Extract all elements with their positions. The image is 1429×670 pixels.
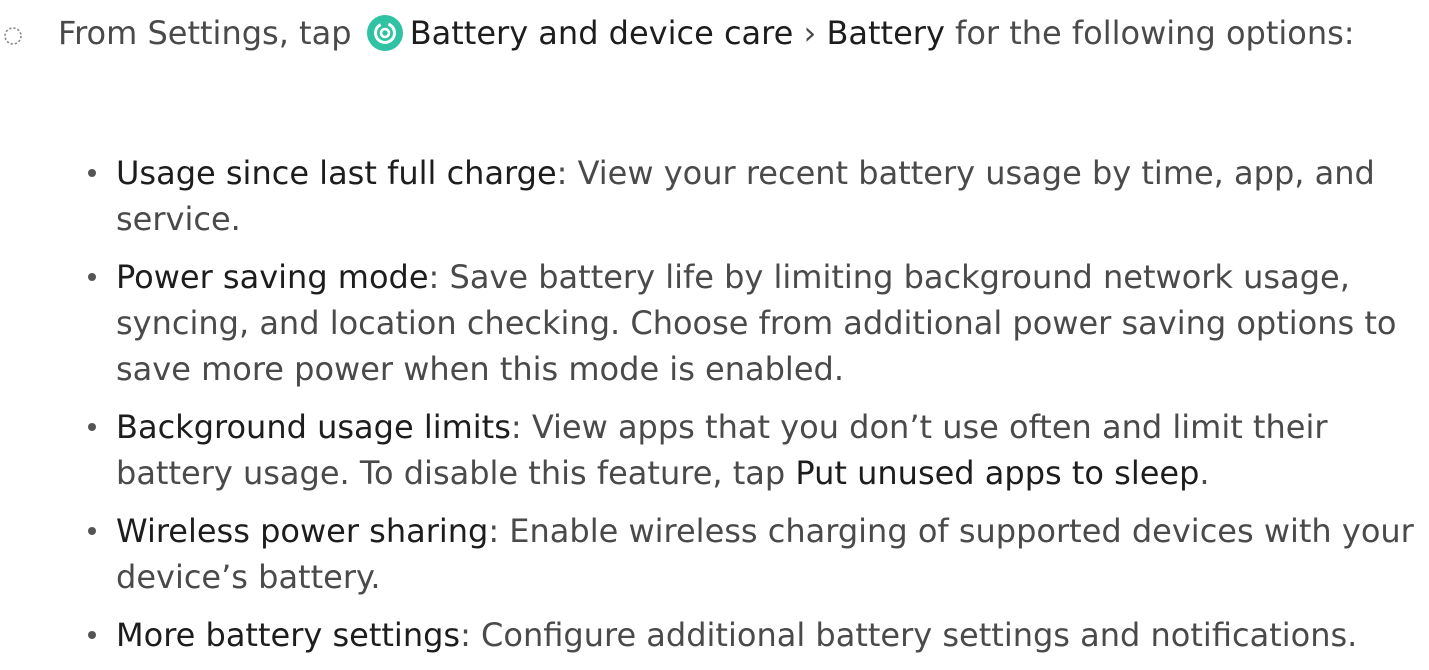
item-term: Power saving mode [116,258,429,296]
step-bullet-icon [4,27,22,45]
path-battery: Battery [826,14,945,52]
item-term: Usage since last full charge [116,154,557,192]
item-link-text: Put unused apps to sleep [795,454,1200,492]
bullet [88,169,96,177]
bullet [88,631,96,639]
item-text: : Configure additional battery settings … [460,616,1358,654]
list-item: Wireless power sharing: Enable wireless … [88,508,1416,600]
list-item: Usage since last full charge: View your … [88,150,1416,242]
list-item: More battery settings: Configure additio… [88,612,1416,658]
step-text: From Settings, tap Battery and device ca… [58,10,1418,56]
path-separator: › [803,14,817,52]
options-list: Usage since last full charge: View your … [88,150,1416,670]
item-end: . [1199,454,1210,492]
bullet [88,273,96,281]
bullet [88,527,96,535]
item-term: Background usage limits [116,408,511,446]
path-battery-device-care: Battery and device care [409,14,794,52]
item-term: Wireless power sharing [116,512,489,550]
battery-device-care-icon [366,15,403,51]
step-suffix-2: options: [1225,14,1355,52]
item-term: More battery settings [116,616,461,654]
step-prefix: From Settings, tap [58,14,352,52]
bullet [88,423,96,431]
list-item: Background usage limits: View apps that … [88,404,1416,496]
step-suffix: for the following [955,14,1216,52]
list-item: Power saving mode: Save battery life by … [88,254,1416,392]
